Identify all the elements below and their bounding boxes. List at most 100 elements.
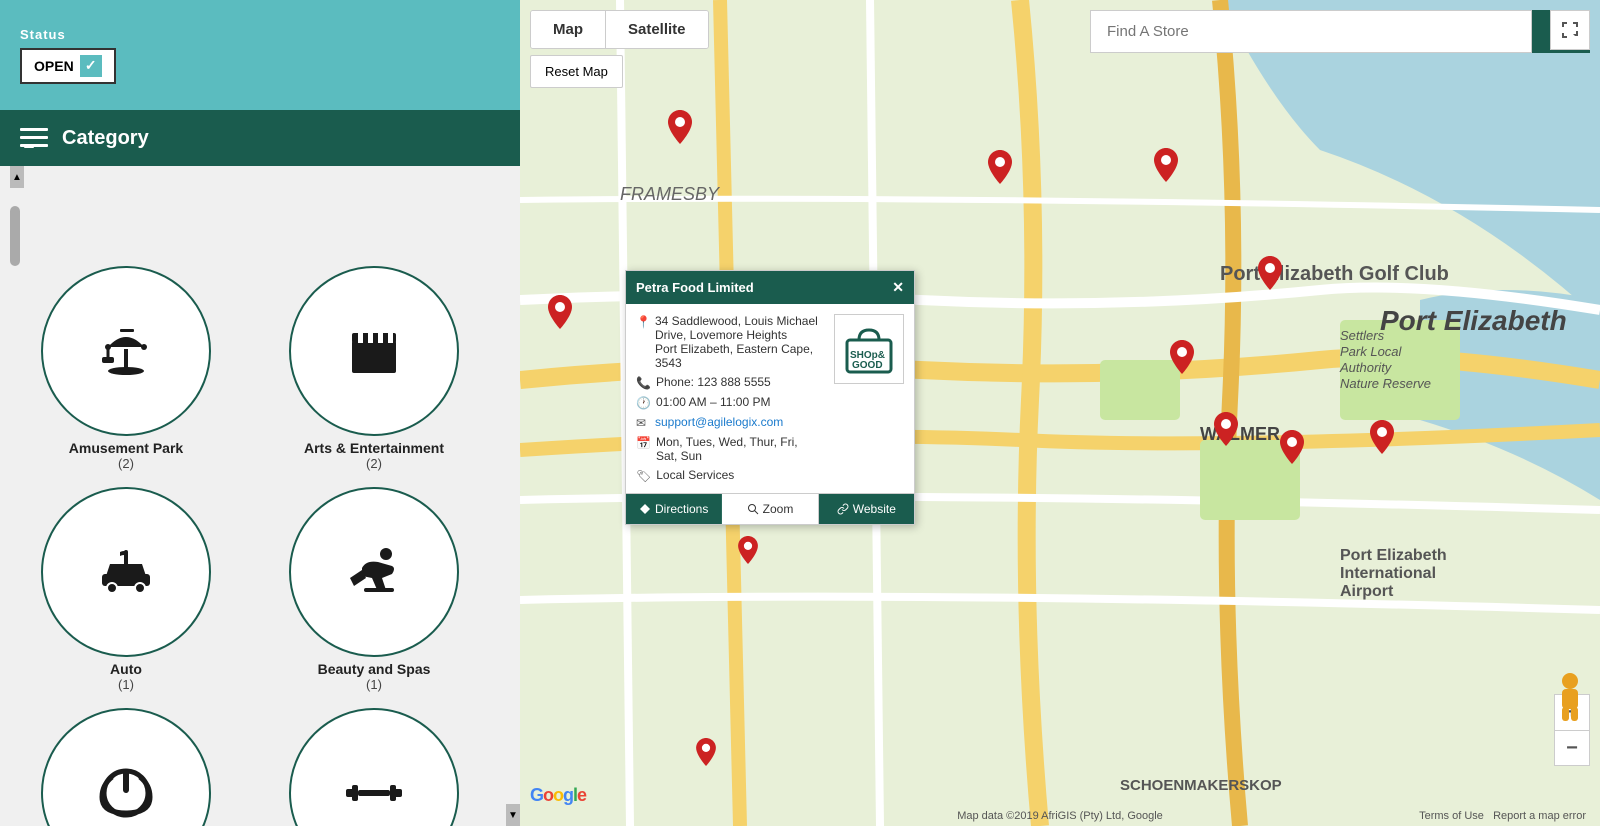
open-badge: OPEN ✓ xyxy=(20,48,116,84)
map-view-toggle: Map Satellite xyxy=(530,10,709,49)
zoom-icon xyxy=(747,503,759,515)
auto-count: (1) xyxy=(118,677,134,692)
svg-text:Port Elizabeth: Port Elizabeth xyxy=(1380,305,1567,336)
pegman-button[interactable] xyxy=(1554,673,1586,721)
amusement-count: (2) xyxy=(118,456,134,471)
popup-days-row: 📅 Mon, Tues, Wed, Thur, Fri, Sat, Sun xyxy=(636,435,824,463)
map-pin-11[interactable] xyxy=(696,738,716,766)
satellite-view-button[interactable]: Satellite xyxy=(606,11,708,48)
category-item-amusement[interactable]: Amusement Park (2) xyxy=(10,266,242,471)
category-circle-arts xyxy=(289,266,459,436)
popup-email-link[interactable]: support@agilelogix.com xyxy=(655,415,783,429)
svg-text:WALMER: WALMER xyxy=(1200,424,1280,444)
category-grid: Amusement Park (2) xyxy=(10,266,510,826)
clock-icon: 🕐 xyxy=(636,396,651,410)
store-popup: Petra Food Limited ✕ 📍 34 Saddlewood, Lo… xyxy=(625,270,915,525)
svg-text:FRAMESBY: FRAMESBY xyxy=(620,184,721,204)
email-icon: ✉ xyxy=(636,416,650,430)
svg-text:Settlers: Settlers xyxy=(1340,328,1385,343)
popup-logo: SHOp& GOOD xyxy=(834,314,904,384)
category-circle-beauty xyxy=(289,487,459,657)
find-store-input[interactable] xyxy=(1090,10,1532,53)
popup-info: 📍 34 Saddlewood, Louis Michael Drive, Lo… xyxy=(636,314,824,483)
popup-close-button[interactable]: ✕ xyxy=(892,279,904,296)
map-pin-2[interactable] xyxy=(548,295,572,329)
category-circle-electronics xyxy=(41,708,211,826)
category-tag-icon: 🏷 xyxy=(636,469,651,483)
popup-phone-row: 📞 Phone: 123 888 5555 xyxy=(636,375,824,390)
beauty-name: Beauty and Spas xyxy=(318,661,431,677)
reset-map-button[interactable]: Reset Map xyxy=(530,55,623,88)
category-item-beauty[interactable]: Beauty and Spas (1) xyxy=(258,487,490,692)
category-header: Category xyxy=(0,110,520,166)
auto-name: Auto xyxy=(110,661,142,677)
map-view-button[interactable]: Map xyxy=(531,11,606,48)
website-icon xyxy=(837,503,849,515)
category-item-fitness[interactable]: Fitness (4) xyxy=(258,708,490,826)
directions-button[interactable]: Directions xyxy=(626,494,722,524)
scrollbar-thumb[interactable] xyxy=(10,206,20,266)
svg-text:Port Elizabeth: Port Elizabeth xyxy=(1340,547,1447,564)
category-icon xyxy=(20,124,48,152)
svg-text:Nature Reserve: Nature Reserve xyxy=(1340,376,1431,391)
category-circle-auto xyxy=(41,487,211,657)
auto-icon xyxy=(94,540,158,604)
svg-text:Port Elizabeth Golf Club: Port Elizabeth Golf Club xyxy=(1220,263,1449,285)
scroll-down-arrow[interactable]: ▼ xyxy=(506,804,520,826)
left-panel: Status OPEN ✓ Category ▲ ▼ xyxy=(0,0,520,826)
beauty-count: (1) xyxy=(366,677,382,692)
map-pin-10[interactable] xyxy=(738,536,758,564)
terms-of-use[interactable]: Terms of Use xyxy=(1419,810,1484,822)
category-title: Category xyxy=(62,127,149,150)
popup-email-row: ✉ support@agilelogix.com xyxy=(636,415,824,430)
arts-name: Arts & Entertainment xyxy=(304,440,444,456)
popup-address: 34 Saddlewood, Louis Michael Drive, Love… xyxy=(655,314,824,370)
popup-days: Mon, Tues, Wed, Thur, Fri, Sat, Sun xyxy=(656,435,798,463)
electronics-icon xyxy=(94,761,158,825)
map-pin-9[interactable] xyxy=(1370,420,1394,454)
popup-title: Petra Food Limited xyxy=(636,280,754,295)
map-pin-6[interactable] xyxy=(1170,340,1194,374)
svg-text:International: International xyxy=(1340,565,1436,582)
arts-count: (2) xyxy=(366,456,382,471)
category-item-arts[interactable]: Arts & Entertainment (2) xyxy=(258,266,490,471)
report-map-error[interactable]: Report a map error xyxy=(1493,810,1586,822)
category-item-auto[interactable]: Auto (1) xyxy=(10,487,242,692)
map-pin-8[interactable] xyxy=(1280,430,1304,464)
calendar-icon: 📅 xyxy=(636,436,651,450)
map-pin-3[interactable] xyxy=(988,150,1012,184)
popup-header: Petra Food Limited ✕ xyxy=(626,271,914,304)
popup-actions: Directions Zoom Website xyxy=(626,493,914,524)
shop-logo-icon: SHOp& GOOD xyxy=(842,322,896,376)
popup-hours-row: 🕐 01:00 AM – 11:00 PM xyxy=(636,395,824,410)
fitness-icon xyxy=(342,761,406,825)
scroll-up-arrow[interactable]: ▲ xyxy=(10,166,24,188)
popup-body: 📍 34 Saddlewood, Louis Michael Drive, Lo… xyxy=(626,304,914,493)
svg-text:Park Local: Park Local xyxy=(1340,344,1403,359)
map-toolbar: Map Satellite Reset Map xyxy=(530,10,709,88)
category-item-electronics[interactable]: Electronics (1) xyxy=(10,708,242,826)
map-pin-5[interactable] xyxy=(1258,256,1282,290)
amusement-name: Amusement Park xyxy=(69,440,183,456)
zoom-out-button[interactable]: − xyxy=(1554,730,1590,766)
pegman-icon xyxy=(1554,673,1586,721)
fullscreen-icon xyxy=(1561,21,1579,39)
category-circle-amusement xyxy=(41,266,211,436)
directions-icon xyxy=(639,503,651,515)
fullscreen-button[interactable] xyxy=(1550,10,1590,50)
arts-icon xyxy=(342,319,406,383)
find-store-bar xyxy=(1090,10,1590,53)
map-pin-7[interactable] xyxy=(1214,412,1238,446)
map-pin-1[interactable] xyxy=(668,110,692,144)
google-logo: Google xyxy=(530,785,586,806)
website-button[interactable]: Website xyxy=(819,494,914,524)
zoom-button[interactable]: Zoom xyxy=(722,494,818,524)
map-attribution-center: Map data ©2019 AfriGIS (Pty) Ltd, Google xyxy=(957,810,1163,822)
svg-text:GOOD: GOOD xyxy=(852,360,883,371)
beauty-icon xyxy=(342,540,406,604)
open-checkmark: ✓ xyxy=(80,55,102,77)
popup-category-row: 🏷 Local Services xyxy=(636,468,824,483)
map-pin-4[interactable] xyxy=(1154,148,1178,182)
status-bar: Status OPEN ✓ xyxy=(0,0,520,110)
svg-text:Airport: Airport xyxy=(1340,583,1394,600)
